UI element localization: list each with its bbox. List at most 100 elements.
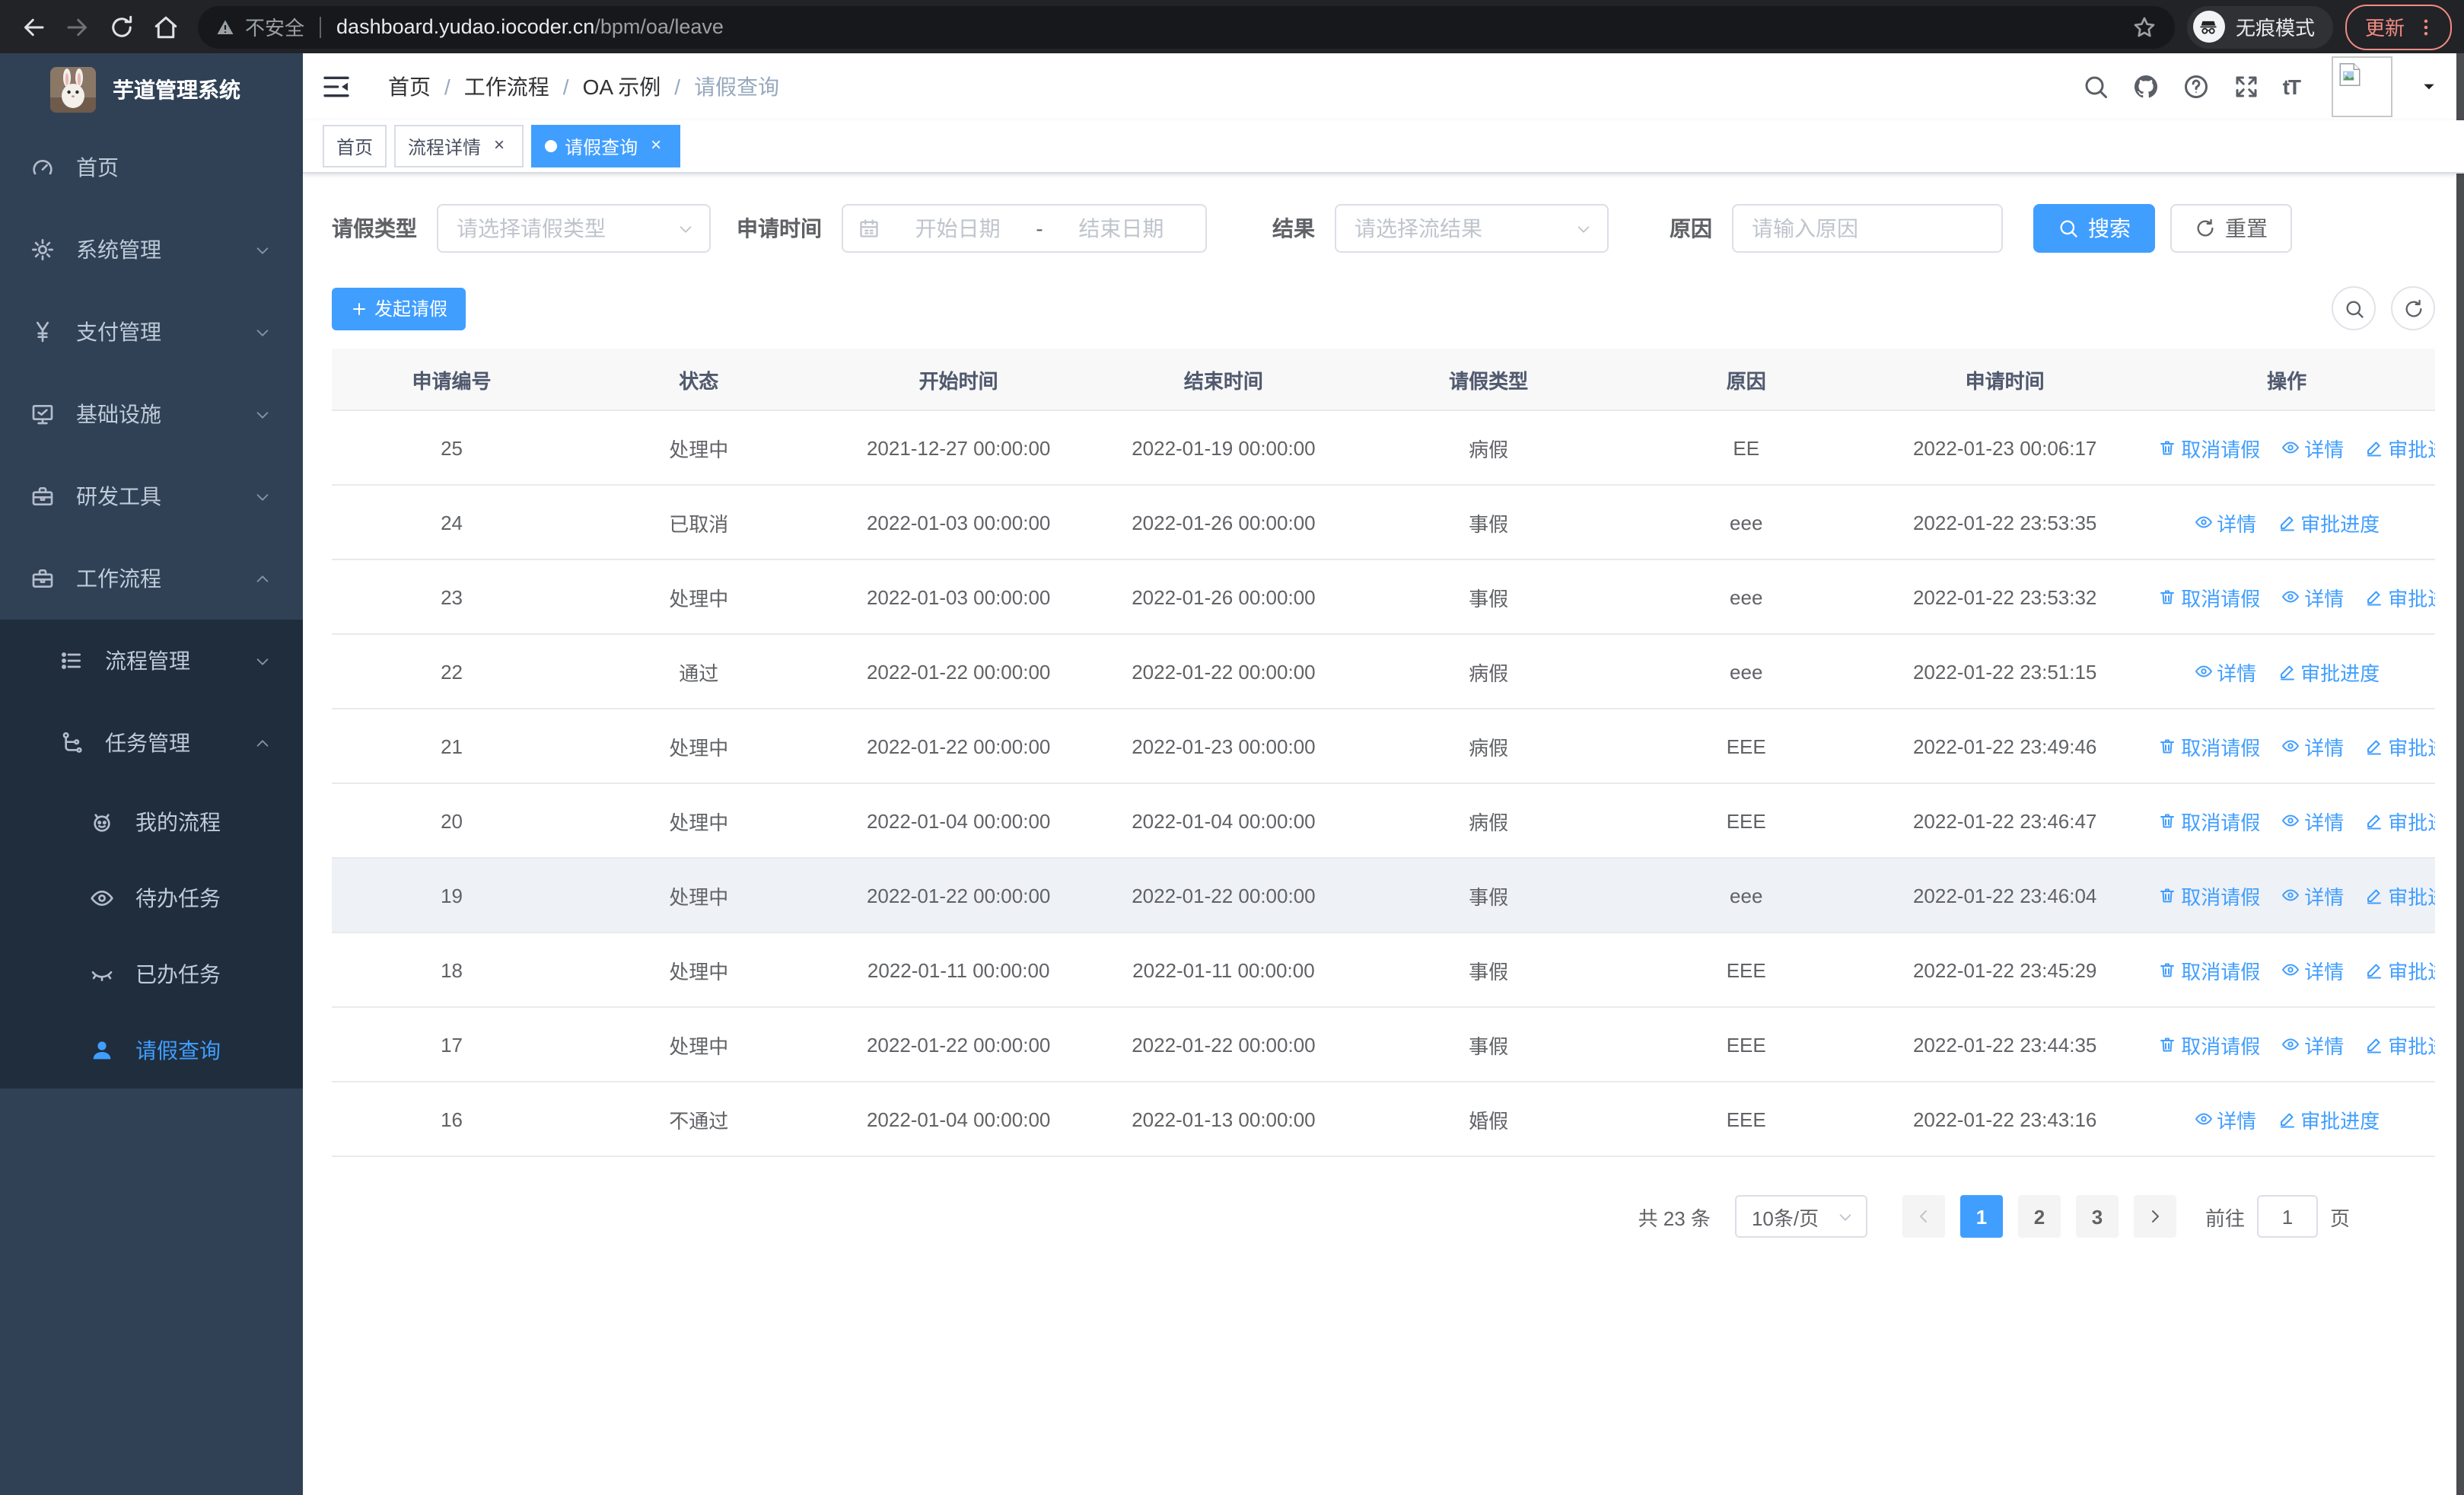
detail-link[interactable]: 详情 [2194, 1105, 2256, 1133]
toolbox-icon [30, 484, 55, 508]
sidebar-item-workflow[interactable]: 工作流程 [0, 537, 303, 620]
detail-link[interactable]: 详情 [2281, 433, 2344, 462]
page-button-1[interactable]: 1 [1959, 1195, 2003, 1238]
detail-link[interactable]: 详情 [2194, 508, 2256, 537]
approval-progress-link[interactable]: 审批进度 [2365, 582, 2435, 611]
edit-icon [2365, 961, 2383, 979]
fullscreen-icon[interactable] [2233, 73, 2260, 100]
detail-link[interactable]: 详情 [2281, 881, 2344, 910]
cancel-leave-link[interactable]: 取消请假 [2158, 955, 2260, 984]
approval-progress-link[interactable]: 审批进度 [2365, 806, 2435, 835]
table-tools [2332, 286, 2435, 330]
cell-type: 病假 [1356, 410, 1622, 486]
cancel-leave-link[interactable]: 取消请假 [2158, 433, 2260, 462]
github-icon[interactable] [2132, 73, 2160, 100]
reset-button[interactable]: 重置 [2170, 204, 2292, 253]
detail-link[interactable]: 详情 [2281, 732, 2344, 760]
help-question-icon[interactable] [2182, 73, 2210, 100]
sidebar-item-system[interactable]: 系统管理 [0, 209, 303, 291]
end-date-placeholder[interactable]: 结束日期 [1052, 213, 1190, 244]
goto-page-input[interactable] [2256, 1195, 2318, 1238]
search-button[interactable]: 搜索 [2033, 204, 2155, 253]
browser-reload-button[interactable] [100, 6, 142, 47]
approval-progress-link[interactable]: 审批进度 [2278, 1105, 2380, 1133]
sidebar-item-process-management[interactable]: 流程管理 [0, 620, 303, 702]
address-bar[interactable]: 不安全 dashboard.yudao.iocoder.cn/bpm/oa/le… [198, 5, 2175, 48]
start-date-placeholder[interactable]: 开始日期 [889, 213, 1027, 244]
sidebar-item-my-process[interactable]: 我的流程 [0, 784, 303, 860]
page-content: 请假类型 请选择请假类型 申请时间 开始日期 - 结束日期 结果 请选择流结果 [303, 174, 2464, 1238]
page-button-2[interactable]: 2 [2017, 1195, 2061, 1238]
approval-progress-link[interactable]: 审批进度 [2365, 1030, 2435, 1059]
sidebar-item-infrastructure[interactable]: 基础设施 [0, 373, 303, 455]
cancel-leave-link[interactable]: 取消请假 [2158, 1030, 2260, 1059]
detail-link[interactable]: 详情 [2281, 806, 2344, 835]
detail-link[interactable]: 详情 [2281, 582, 2344, 611]
detail-link[interactable]: 详情 [2194, 657, 2256, 686]
sidebar-item-task-management[interactable]: 任务管理 [0, 702, 303, 784]
breadcrumb-item-home[interactable]: 首页 [388, 72, 431, 102]
page-button-3[interactable]: 3 [2075, 1195, 2119, 1238]
browser-home-button[interactable] [145, 6, 186, 47]
sidebar-menu: 首页 系统管理 支付管理 基础设施 研发工具 工作流程 流程管理任务管理我的流程 待办任务已… [0, 126, 303, 1089]
prev-page-button[interactable] [1902, 1195, 1945, 1238]
cell-end: 2022-01-22 00:00:00 [1090, 1007, 1357, 1082]
browser-back-button[interactable] [12, 6, 53, 47]
sidebar-item-dev-tools[interactable]: 研发工具 [0, 455, 303, 537]
breadcrumb-item-workflow[interactable]: 工作流程 [464, 72, 549, 102]
approval-progress-link[interactable]: 审批进度 [2278, 508, 2380, 537]
breadcrumb-item-oa-example[interactable]: OA 示例 [583, 72, 661, 102]
browser-update-button[interactable]: 更新 [2345, 4, 2452, 49]
next-page-button[interactable] [2133, 1195, 2176, 1238]
approval-progress-link[interactable]: 审批进度 [2278, 657, 2380, 686]
tab-home[interactable]: 首页 [323, 125, 387, 167]
leave-table: 申请编号 状态 开始时间 结束时间 请假类型 原因 申请时间 操作 25 处理中 2021-12-… [332, 349, 2435, 1157]
browser-forward-button[interactable] [56, 6, 97, 47]
avatar[interactable] [2332, 56, 2392, 117]
close-icon[interactable]: × [489, 135, 510, 157]
security-label[interactable]: 不安全 [245, 12, 304, 41]
approval-progress-link[interactable]: 审批进度 [2365, 881, 2435, 910]
cell-end: 2022-01-19 00:00:00 [1090, 410, 1357, 486]
chevron-down-icon [1837, 1208, 1854, 1225]
apply-time-range-picker[interactable]: 开始日期 - 结束日期 [842, 204, 1207, 253]
page-size-select[interactable]: 10条/页 [1734, 1195, 1867, 1238]
navbar: 首页 / 工作流程 / OA 示例 / 请假查询 tT [303, 53, 2464, 120]
close-icon[interactable]: × [645, 135, 667, 157]
cancel-leave-link[interactable]: 取消请假 [2158, 582, 2260, 611]
approval-progress-link[interactable]: 审批进度 [2365, 955, 2435, 984]
bookmark-star-icon[interactable] [2132, 14, 2157, 39]
cancel-leave-link[interactable]: 取消请假 [2158, 881, 2260, 910]
sidebar-item-home[interactable]: 首页 [0, 126, 303, 209]
calendar-icon [858, 218, 880, 239]
table-row: 23 处理中 2022-01-03 00:00:00 2022-01-26 00:00… [332, 559, 2435, 635]
create-leave-button[interactable]: 发起请假 [332, 287, 466, 330]
sidebar-item-leave-query[interactable]: 请假查询 [0, 1012, 303, 1089]
refresh-table-button[interactable] [2391, 286, 2435, 330]
font-size-icon[interactable]: tT [2283, 75, 2301, 99]
search-icon[interactable] [2082, 73, 2109, 100]
sidebar-item-todo-tasks[interactable]: 待办任务 [0, 860, 303, 936]
tab-leave-query[interactable]: 请假查询 × [531, 125, 681, 167]
browser-scrollbar[interactable] [2456, 53, 2464, 1495]
cancel-leave-link[interactable]: 取消请假 [2158, 732, 2260, 760]
cell-end: 2022-01-11 00:00:00 [1090, 932, 1357, 1008]
approval-progress-link[interactable]: 审批进度 [2365, 433, 2435, 462]
leave-type-select[interactable]: 请选择请假类型 [437, 204, 711, 253]
toggle-search-button[interactable] [2332, 286, 2376, 330]
detail-link[interactable]: 详情 [2281, 1030, 2344, 1059]
detail-link[interactable]: 详情 [2281, 955, 2344, 984]
approval-progress-link[interactable]: 审批进度 [2365, 732, 2435, 760]
avatar-dropdown-caret-icon[interactable] [2421, 79, 2437, 94]
reason-input[interactable] [1732, 204, 2003, 253]
sidebar-item-done-tasks[interactable]: 已办任务 [0, 936, 303, 1012]
cell-status: 处理中 [571, 783, 826, 859]
browser-menu-dots-icon[interactable] [2415, 16, 2437, 37]
column-header: 结束时间 [1090, 349, 1357, 411]
result-select[interactable]: 请选择流结果 [1335, 204, 1609, 253]
sidebar-item-payment[interactable]: 支付管理 [0, 291, 303, 373]
sidebar-item-label: 任务管理 [105, 731, 190, 755]
tab-process-detail[interactable]: 流程详情 × [394, 125, 524, 167]
cancel-leave-link[interactable]: 取消请假 [2158, 806, 2260, 835]
menu-fold-icon[interactable] [321, 72, 352, 102]
